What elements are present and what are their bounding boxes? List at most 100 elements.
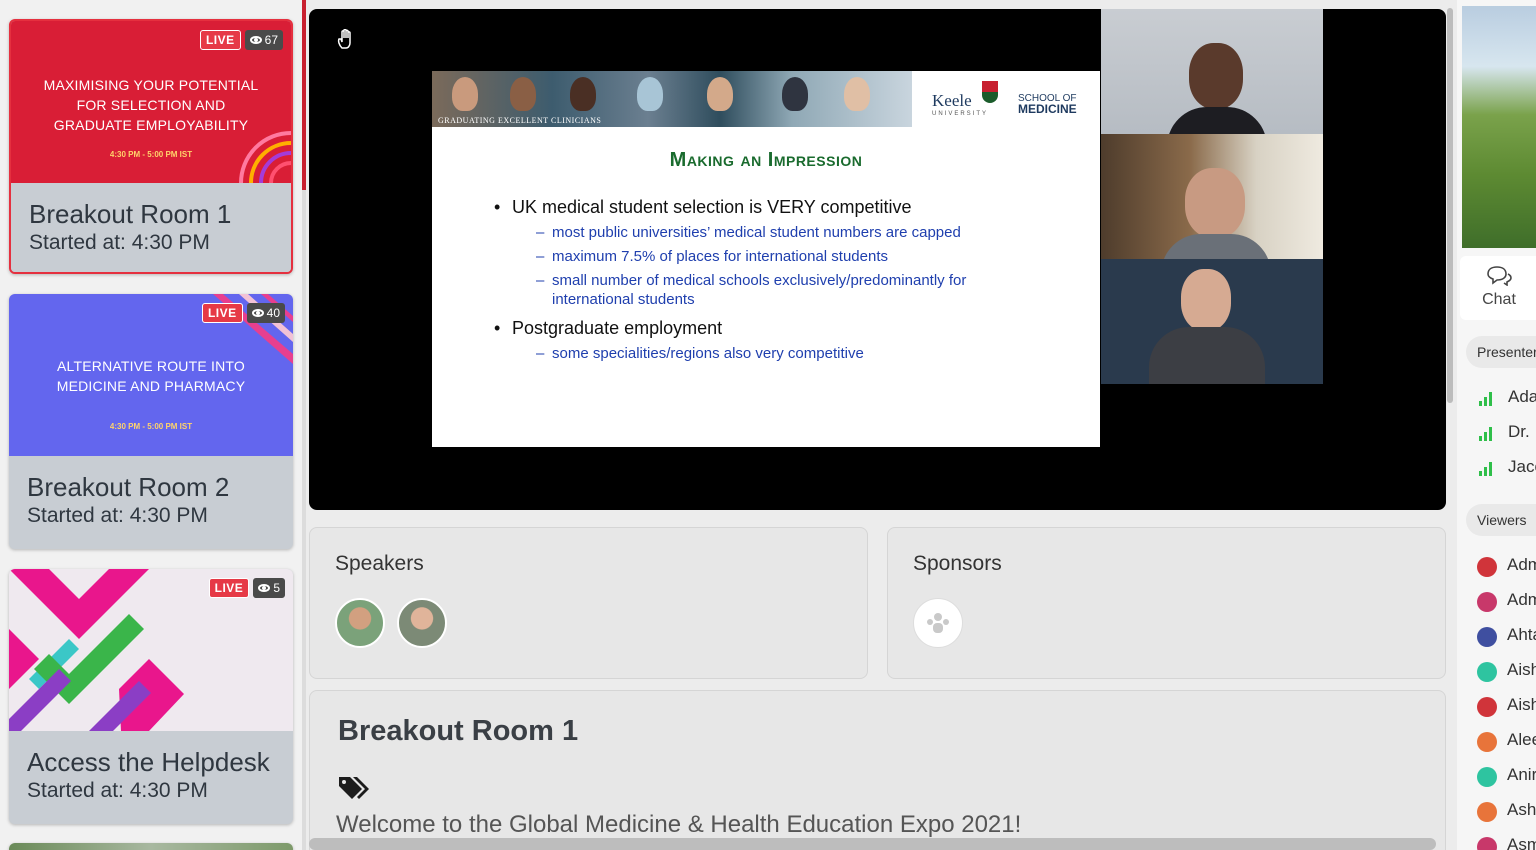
viewer-avatar-dot: [1477, 592, 1497, 612]
thumbnail-caption: ALTERNATIVE ROUTE INTO MEDICINE AND PHAR…: [56, 358, 246, 394]
room-description: Welcome to the Global Medicine & Health …: [336, 811, 1022, 838]
slide-sub-bullet: most public universities’ medical studen…: [536, 223, 1022, 242]
room-card-info: Breakout Room 2 Started at: 4:30 PM: [9, 456, 293, 549]
viewer-name: Alee: [1507, 730, 1536, 749]
room-card-info: Access the Helpdesk Started at: 4:30 PM: [9, 731, 293, 824]
room-thumbnail: LIVE 40 ALTERNATIVE ROUTE INTO MEDICINE …: [9, 294, 293, 456]
viewer-item[interactable]: Asm: [1477, 835, 1536, 850]
room-card-title: Access the Helpdesk: [27, 747, 270, 777]
live-badge: LIVE: [201, 303, 243, 323]
people-icon[interactable]: [913, 598, 963, 648]
room-card-helpdesk[interactable]: LIVE 5 Access the Helpdesk Started at: 4…: [9, 569, 293, 824]
slide-bullet: Postgraduate employment: [494, 318, 722, 339]
live-badge: LIVE: [199, 30, 241, 50]
viewer-item[interactable]: Ash: [1477, 800, 1536, 822]
school-of-medicine-logo: SCHOOL OF MEDICINE: [1018, 93, 1077, 116]
room-card-title: Breakout Room 1: [29, 199, 232, 229]
speaker-avatar[interactable]: [397, 598, 447, 648]
participant-video-tile[interactable]: [1101, 134, 1323, 259]
live-badge: LIVE: [208, 578, 250, 598]
room-card-breakout-1[interactable]: LIVE 67 MAXIMISING YOUR POTENTIAL FOR SE…: [9, 19, 293, 274]
main-scrollbar[interactable]: [1447, 8, 1453, 403]
room-card-start-time: Started at: 4:30 PM: [29, 231, 210, 254]
signal-bars-icon: [1479, 427, 1495, 441]
speakers-title: Speakers: [335, 552, 424, 575]
speaker-avatar[interactable]: [335, 598, 385, 648]
sponsors-panel: Sponsors: [887, 527, 1446, 679]
viewer-count-badge: 40: [246, 303, 285, 323]
decorative-chevrons: [9, 569, 184, 731]
slide-sub-bullet: small number of medical schools exclusiv…: [536, 271, 1022, 309]
horizontal-scrollbar[interactable]: [309, 838, 1436, 850]
participant-video-strip: [1101, 9, 1323, 385]
room-card-partial[interactable]: [9, 843, 293, 850]
chat-tab-button[interactable]: Chat: [1460, 256, 1536, 320]
viewer-avatar-dot: [1477, 697, 1497, 717]
viewer-count-badge: 5: [253, 578, 285, 598]
room-thumbnail: LIVE 67 MAXIMISING YOUR POTENTIAL FOR SE…: [11, 21, 291, 183]
keele-crest-icon: [982, 81, 998, 103]
viewer-name: Adm: [1507, 590, 1536, 609]
viewer-avatar-dot: [1477, 662, 1497, 682]
signal-bars-icon: [1479, 462, 1495, 476]
room-card-start-time: Started at: 4:30 PM: [27, 504, 208, 527]
viewer-avatar-dot: [1477, 767, 1497, 787]
viewer-avatar-dot: [1477, 802, 1497, 822]
viewer-item[interactable]: Ahta: [1477, 625, 1536, 647]
chat-label: Chat: [1482, 291, 1516, 308]
viewer-name: Asm: [1507, 835, 1536, 850]
room-details-panel: Breakout Room 1 Welcome to the Global Me…: [309, 690, 1446, 850]
participant-video-tile[interactable]: [1101, 9, 1323, 134]
breakout-rooms-sidebar: LIVE 67 MAXIMISING YOUR POTENTIAL FOR SE…: [0, 0, 304, 850]
viewer-name: Aish: [1507, 660, 1536, 679]
video-player[interactable]: GRADUATING EXCELLENT CLINICIANS Keele UN…: [309, 9, 1446, 510]
sidebar-scrollbar-thumb[interactable]: [302, 0, 306, 190]
viewer-avatar-dot: [1477, 732, 1497, 752]
viewer-item[interactable]: Aish: [1477, 695, 1536, 717]
viewers-section-header[interactable]: Viewers: [1466, 504, 1536, 536]
eye-icon: [258, 584, 271, 592]
room-card-start-time: Started at: 4:30 PM: [27, 779, 208, 802]
viewer-item[interactable]: Alee: [1477, 730, 1536, 752]
viewer-item[interactable]: Aish: [1477, 660, 1536, 682]
slide-title: Making an Impression: [669, 149, 863, 171]
promo-image: [1462, 6, 1536, 248]
room-title: Breakout Room 1: [338, 715, 579, 747]
signal-bars-icon: [1479, 392, 1495, 406]
slide-sub-bullet: maximum 7.5% of places for international…: [536, 247, 1022, 266]
room-thumbnail: LIVE 5: [9, 569, 293, 731]
keele-logo: Keele: [932, 91, 972, 110]
sponsors-title: Sponsors: [913, 552, 1002, 575]
presenters-section-header[interactable]: Presenters: [1466, 336, 1536, 368]
chat-icon: [1457, 266, 1536, 291]
decorative-arcs: [239, 131, 291, 183]
room-card-title: Breakout Room 2: [27, 472, 230, 502]
viewer-count-badge: 67: [244, 30, 283, 50]
tag-icon: [338, 775, 370, 808]
slide-bullet: UK medical student selection is VERY com…: [494, 197, 912, 218]
room-card-info: Breakout Room 1 Started at: 4:30 PM: [11, 183, 291, 272]
viewer-name: Ahta: [1507, 625, 1536, 644]
eye-icon: [251, 309, 264, 317]
viewer-avatar-dot: [1477, 627, 1497, 647]
participant-video-tile[interactable]: [1101, 259, 1323, 384]
presenter-item[interactable]: Jaco: [1479, 457, 1536, 477]
raise-hand-icon[interactable]: [337, 28, 355, 54]
speakers-panel: Speakers: [309, 527, 868, 679]
slide-sub-bullet: some specialities/regions also very comp…: [536, 344, 1022, 363]
viewer-item[interactable]: Adm: [1477, 555, 1536, 577]
presentation-slide: GRADUATING EXCELLENT CLINICIANS Keele UN…: [432, 71, 1100, 447]
viewer-avatar-dot: [1477, 837, 1497, 850]
viewer-item[interactable]: Adm: [1477, 590, 1536, 612]
eye-icon: [249, 36, 262, 44]
thumbnail-time: 4:30 PM - 5:00 PM IST: [109, 422, 193, 431]
slide-banner-photo: GRADUATING EXCELLENT CLINICIANS: [432, 71, 912, 127]
presenter-item[interactable]: Dr.: [1479, 422, 1530, 442]
room-card-breakout-2[interactable]: LIVE 40 ALTERNATIVE ROUTE INTO MEDICINE …: [9, 294, 293, 549]
keele-logo-sub: UNIVERSITY: [932, 111, 989, 117]
viewer-name: Anir: [1507, 765, 1536, 784]
viewer-item[interactable]: Anir: [1477, 765, 1536, 787]
presenter-item[interactable]: Ada: [1479, 387, 1536, 407]
right-panel: Chat Presenters Ada Dr. Jaco Viewers Adm…: [1457, 0, 1536, 850]
viewer-name: Adm: [1507, 555, 1536, 574]
